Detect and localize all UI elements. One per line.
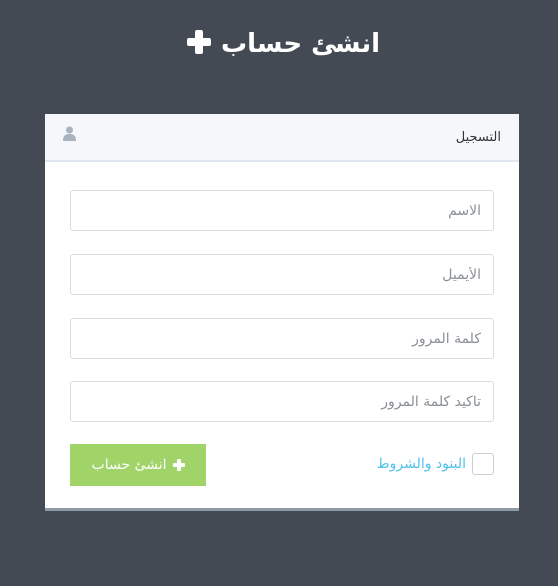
- terms-row: البنود والشروط: [377, 451, 494, 477]
- panel-header: التسجيل: [45, 114, 519, 162]
- password-input[interactable]: [70, 318, 494, 359]
- registration-panel: التسجيل البنود والشروط انشئ حساب: [45, 114, 519, 511]
- page-title: انشئ حساب: [220, 29, 381, 59]
- plus-icon: [172, 459, 185, 471]
- name-input[interactable]: [70, 190, 494, 231]
- create-account-button[interactable]: انشئ حساب: [70, 444, 206, 486]
- terms-link[interactable]: البنود والشروط: [377, 456, 466, 472]
- page-heading: انشئ حساب: [0, 24, 558, 64]
- plus-icon: [186, 29, 211, 54]
- panel-title: التسجيل: [455, 130, 501, 145]
- create-account-label: انشئ حساب: [91, 457, 167, 473]
- user-icon: [63, 126, 76, 141]
- confirm-password-input[interactable]: [70, 381, 494, 422]
- email-input[interactable]: [70, 254, 494, 295]
- terms-checkbox[interactable]: [472, 453, 494, 475]
